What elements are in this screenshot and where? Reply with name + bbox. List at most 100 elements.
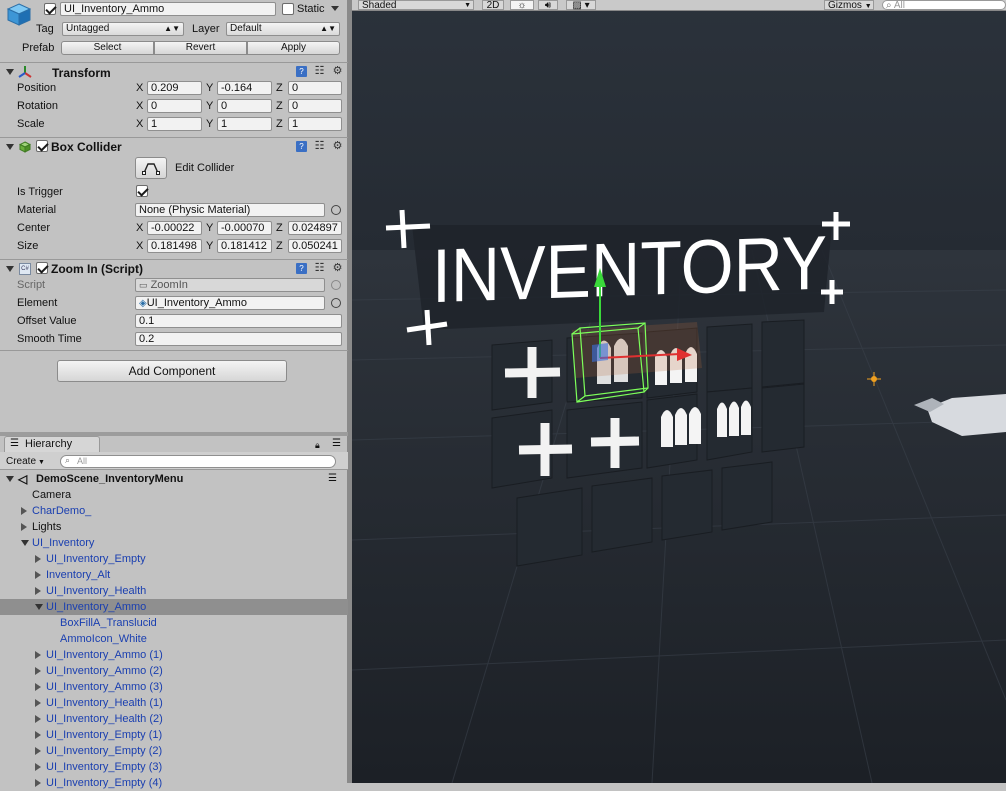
help-book-icon[interactable]: ? — [296, 263, 307, 274]
gear-icon[interactable]: ⚙ — [332, 66, 343, 77]
position-y-field[interactable]: -0.164 — [217, 81, 272, 95]
expand-arrow-icon[interactable] — [35, 731, 41, 739]
rotation-x-field[interactable]: 0 — [147, 99, 202, 113]
center-y-field[interactable]: -0.00070 — [217, 221, 272, 235]
hierarchy-search-input[interactable]: ⌕ All — [60, 455, 336, 468]
hierarchy-item[interactable]: UI_Inventory_Empty (3) — [0, 759, 348, 775]
hierarchy-item[interactable]: UI_Inventory_Ammo — [0, 599, 348, 615]
position-x-field[interactable]: 0.209 — [147, 81, 202, 95]
zoom-in-enabled-checkbox[interactable] — [36, 262, 48, 274]
hierarchy-item[interactable]: UI_Inventory_Empty (2) — [0, 743, 348, 759]
position-z-field[interactable]: 0 — [288, 81, 342, 95]
smooth-time-field[interactable]: 0.2 — [135, 332, 342, 346]
hierarchy-item[interactable]: AmmoIcon_White — [0, 631, 348, 647]
prefab-select-button[interactable]: Select — [61, 41, 154, 55]
object-picker-icon[interactable] — [331, 205, 341, 215]
hierarchy-item[interactable]: Inventory_Alt — [0, 567, 348, 583]
hierarchy-item[interactable]: UI_Inventory — [0, 535, 348, 551]
hierarchy-tab[interactable]: ☰ Hierarchy — [4, 436, 100, 452]
panel-menu-icon[interactable]: ☰ — [332, 438, 341, 449]
hierarchy-item[interactable]: Camera — [0, 487, 348, 503]
scene-view[interactable]: INVENTORY Shaded ▼ 2D ☼ 🔊︎ ▨ ▾ Gizmos ▼ … — [352, 0, 1006, 783]
expand-arrow-icon[interactable] — [35, 747, 41, 755]
size-z-field[interactable]: 0.050241 — [288, 239, 342, 253]
help-book-icon[interactable]: ? — [296, 141, 307, 152]
hierarchy-item[interactable]: UI_Inventory_Ammo (3) — [0, 679, 348, 695]
object-name-field[interactable]: UI_Inventory_Ammo — [60, 2, 276, 16]
preset-sliders-icon[interactable]: ☷ — [314, 141, 325, 152]
edit-collider-button[interactable] — [135, 157, 167, 179]
lighting-toggle-icon[interactable]: ☼ — [510, 0, 534, 11]
center-z-field[interactable]: 0.024897 — [288, 221, 342, 235]
hierarchy-item[interactable]: UI_Inventory_Empty (4) — [0, 775, 348, 791]
layer-dropdown[interactable]: Default ▲▼ — [226, 22, 340, 36]
expand-arrow-icon[interactable] — [35, 571, 41, 579]
element-field[interactable]: ◈UI_Inventory_Ammo — [135, 296, 325, 310]
expand-arrow-icon[interactable] — [35, 683, 41, 691]
shading-mode-dropdown[interactable]: Shaded ▼ — [358, 0, 474, 11]
expand-arrow-icon[interactable] — [21, 523, 27, 531]
expand-arrow-icon[interactable] — [21, 507, 27, 515]
offset-value-field[interactable]: 0.1 — [135, 314, 342, 328]
hierarchy-item[interactable]: BoxFillA_Translucid — [0, 615, 348, 631]
add-component-button[interactable]: Add Component — [57, 360, 287, 382]
scale-x-field[interactable]: 1 — [147, 117, 202, 131]
expand-arrow-icon[interactable] — [35, 699, 41, 707]
center-x-field[interactable]: -0.00022 — [147, 221, 202, 235]
expand-arrow-icon[interactable] — [35, 587, 41, 595]
collapse-arrow-icon[interactable] — [35, 604, 43, 610]
lock-icon[interactable]: 🔒︎ — [315, 440, 320, 451]
gear-icon[interactable]: ⚙ — [332, 141, 343, 152]
scene-foldout-icon[interactable] — [6, 476, 14, 482]
expand-arrow-icon[interactable] — [35, 763, 41, 771]
gear-icon[interactable]: ⚙ — [332, 263, 343, 274]
hierarchy-item[interactable]: UI_Inventory_Ammo (2) — [0, 663, 348, 679]
preset-sliders-icon[interactable]: ☷ — [314, 66, 325, 77]
scale-y-field[interactable]: 1 — [217, 117, 272, 131]
transform-header[interactable]: Transform ? ☷ ⚙ — [0, 62, 348, 80]
prefab-apply-button[interactable]: Apply — [247, 41, 340, 55]
material-field[interactable]: None (Physic Material) — [135, 203, 325, 217]
size-x-field[interactable]: 0.181498 — [147, 239, 202, 253]
zoom-in-script-header[interactable]: C# Zoom In (Script) ? ☷ ⚙ — [0, 259, 348, 277]
collapse-arrow-icon[interactable] — [21, 540, 29, 546]
hierarchy-item[interactable]: UI_Inventory_Empty — [0, 551, 348, 567]
zoom-in-foldout-icon[interactable] — [6, 266, 14, 272]
expand-arrow-icon[interactable] — [35, 715, 41, 723]
box-collider-foldout-icon[interactable] — [6, 144, 14, 150]
expand-arrow-icon[interactable] — [35, 651, 41, 659]
box-collider-header[interactable]: Box Collider ? ☷ ⚙ — [0, 137, 348, 155]
hierarchy-item[interactable]: UI_Inventory_Health (2) — [0, 711, 348, 727]
rotation-y-field[interactable]: 0 — [217, 99, 272, 113]
static-checkbox[interactable] — [282, 3, 294, 15]
scene-menu-icon[interactable]: ☰ — [328, 471, 337, 487]
scene-row[interactable]: ◁ DemoScene_InventoryMenu ☰ — [0, 471, 348, 487]
preset-sliders-icon[interactable]: ☷ — [314, 263, 325, 274]
transform-foldout-icon[interactable] — [6, 69, 14, 75]
hierarchy-item[interactable]: UI_Inventory_Empty (1) — [0, 727, 348, 743]
hierarchy-item[interactable]: CharDemo_ — [0, 503, 348, 519]
hierarchy-item[interactable]: UI_Inventory_Health — [0, 583, 348, 599]
expand-arrow-icon[interactable] — [35, 555, 41, 563]
static-dropdown-icon[interactable] — [331, 6, 339, 11]
tag-dropdown[interactable]: Untagged ▲▼ — [62, 22, 184, 36]
mode-2d-toggle[interactable]: 2D — [482, 0, 504, 11]
box-collider-enabled-checkbox[interactable] — [36, 140, 48, 152]
object-picker-icon[interactable] — [331, 298, 341, 308]
hierarchy-item[interactable]: Lights — [0, 519, 348, 535]
prefab-revert-button[interactable]: Revert — [154, 41, 247, 55]
scale-z-field[interactable]: 1 — [288, 117, 342, 131]
hierarchy-item[interactable]: UI_Inventory_Ammo (1) — [0, 647, 348, 663]
scene-search-input[interactable]: ⌕ All — [882, 0, 1006, 11]
gizmos-dropdown[interactable]: Gizmos ▼ — [824, 0, 874, 11]
is-trigger-checkbox[interactable] — [136, 185, 148, 197]
size-y-field[interactable]: 0.181412 — [217, 239, 272, 253]
expand-arrow-icon[interactable] — [35, 779, 41, 787]
help-book-icon[interactable]: ? — [296, 66, 307, 77]
create-dropdown[interactable]: Create ▼ — [6, 455, 52, 468]
active-checkbox[interactable] — [44, 3, 56, 15]
rotation-z-field[interactable]: 0 — [288, 99, 342, 113]
hierarchy-item[interactable]: UI_Inventory_Health (1) — [0, 695, 348, 711]
expand-arrow-icon[interactable] — [35, 667, 41, 675]
audio-toggle-icon[interactable]: 🔊︎ — [538, 0, 558, 11]
